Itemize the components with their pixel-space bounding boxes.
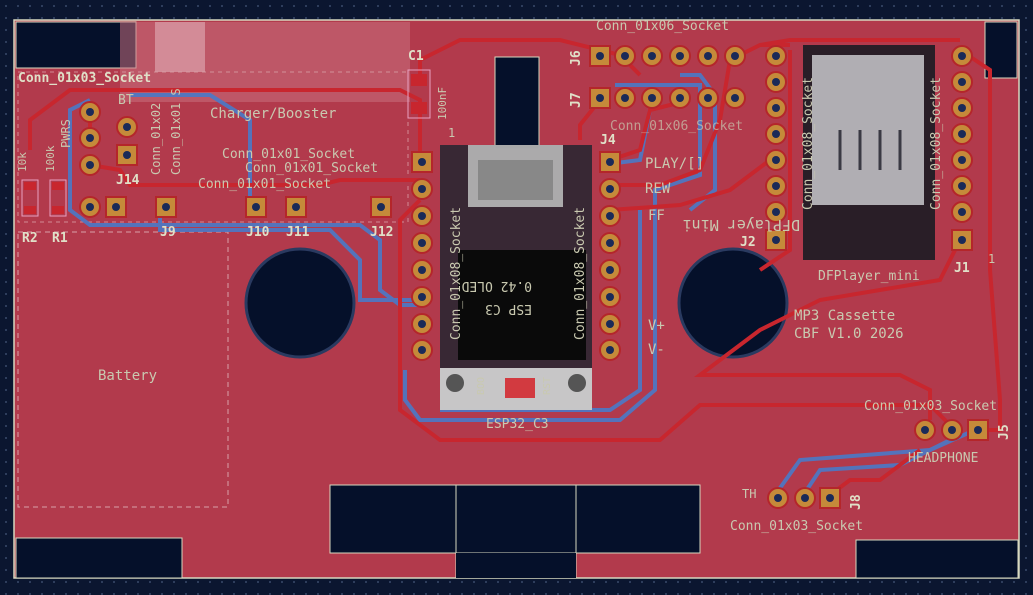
label-j10: J10: [246, 225, 270, 240]
reel-hole-left: [244, 247, 356, 359]
label-j3-conn: Conn_01x08_Socket: [449, 207, 464, 340]
label-j9: J9: [160, 225, 176, 240]
label-esp32: ESP32_C3: [486, 417, 549, 432]
label-conn-01x06-b: Conn_01x06_Socket: [610, 119, 743, 134]
label-j6: J6: [569, 50, 584, 66]
label-dfplayer-mini: DFPlayer_mini: [818, 269, 920, 284]
label-battery: Battery: [98, 368, 157, 384]
keepout-top-left: [15, 21, 137, 69]
label-j2-conn: Conn_01x08_Socket: [801, 77, 816, 210]
label-c1: C1: [408, 49, 424, 64]
keepout-bottom-right: [855, 539, 1019, 579]
label-play: PLAY/[]: [645, 156, 704, 172]
label-j12: J12: [370, 225, 393, 240]
label-j5: J5: [997, 424, 1012, 440]
label-r-100k: 100k: [44, 145, 57, 172]
label-r2: R2: [22, 231, 38, 246]
label-title-line1: MP3 Cassette: [794, 308, 895, 324]
label-oled-line2: ESP C3: [485, 301, 532, 316]
label-conn-01x03-j5: Conn_01x03_Socket: [864, 399, 997, 414]
keepout-bottom-left: [15, 537, 183, 579]
label-conn-01x03-top: Conn_01x03_Socket: [18, 71, 151, 86]
label-ff: FF: [648, 208, 665, 224]
label-conn-01x03-j8: Conn_01x03_Socket: [730, 519, 863, 534]
label-vminus: V-: [648, 342, 665, 358]
label-j11: J11: [286, 225, 310, 240]
label-dfplayer-text: DFPlayer Mini: [683, 216, 800, 234]
label-boot: BOO: [476, 377, 487, 395]
label-j4: J4: [600, 133, 616, 148]
label-headphone: HEADPHONE: [908, 451, 978, 466]
label-title-line2: CBF V1.0 2026: [794, 326, 904, 342]
label-conn-01x02-b: Conn_01x01 S: [169, 88, 183, 175]
label-conn-01x01-1: Conn_01x01_Socket: [222, 147, 355, 162]
label-vplus: V+: [648, 318, 665, 334]
label-conn-01x01-2: Conn_01x01_Socket: [245, 161, 378, 176]
label-r1: R1: [52, 231, 68, 246]
label-th: TH: [742, 487, 756, 501]
label-j7: J7: [569, 92, 584, 108]
label-charger: Charger/Booster: [210, 106, 336, 122]
keepout-bottom-center: [329, 484, 701, 554]
label-rew: REW: [645, 181, 671, 197]
label-c1-val: 100nF: [436, 87, 449, 120]
pcb-layout[interactable]: Conn_01x03_Socket PWRS BT Conn_01x02 Con…: [0, 0, 1033, 595]
label-j1-conn: Conn_01x08_Socket: [929, 77, 944, 210]
label-oled-line1: 0.42 OLED: [461, 278, 532, 293]
label-j2: J2: [740, 235, 756, 250]
label-j1: J1: [954, 261, 970, 276]
label-bt: BT: [118, 93, 134, 108]
label-pin1: 1: [988, 252, 995, 266]
label-rst: RST: [542, 377, 553, 395]
label-conn-01x06: Conn_01x06_Socket: [596, 19, 729, 34]
usb-cutout: [494, 56, 540, 150]
label-j14: J14: [116, 173, 140, 188]
label-conn-01x01-3: Conn_01x01_Socket: [198, 177, 331, 192]
label-j4-conn: Conn_01x08_Socket: [573, 207, 588, 340]
label-r-10k: 10k: [16, 152, 29, 172]
label-pwr: PWRS: [59, 119, 73, 148]
label-j8: J8: [849, 494, 864, 510]
label-pin1-esp: 1: [448, 126, 455, 140]
label-conn-01x02-a: Conn_01x02: [149, 103, 163, 175]
